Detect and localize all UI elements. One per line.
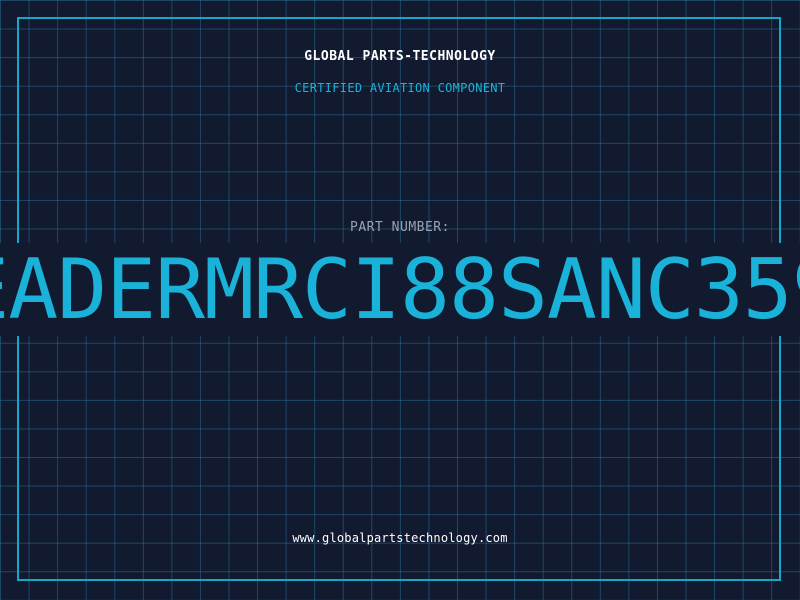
part-number-value: EADERMRCI88SANC359 <box>0 243 800 336</box>
part-number-band: EADERMRCI88SANC359 <box>0 243 800 336</box>
part-number-label: PART NUMBER: <box>350 220 450 235</box>
certification-subtitle: CERTIFIED AVIATION COMPONENT <box>294 81 506 95</box>
website-url: www.globalpartstechnology.com <box>292 531 508 545</box>
company-name: GLOBAL PARTS-TECHNOLOGY <box>304 49 496 64</box>
label-card: GLOBAL PARTS-TECHNOLOGY CERTIFIED AVIATI… <box>0 0 800 600</box>
